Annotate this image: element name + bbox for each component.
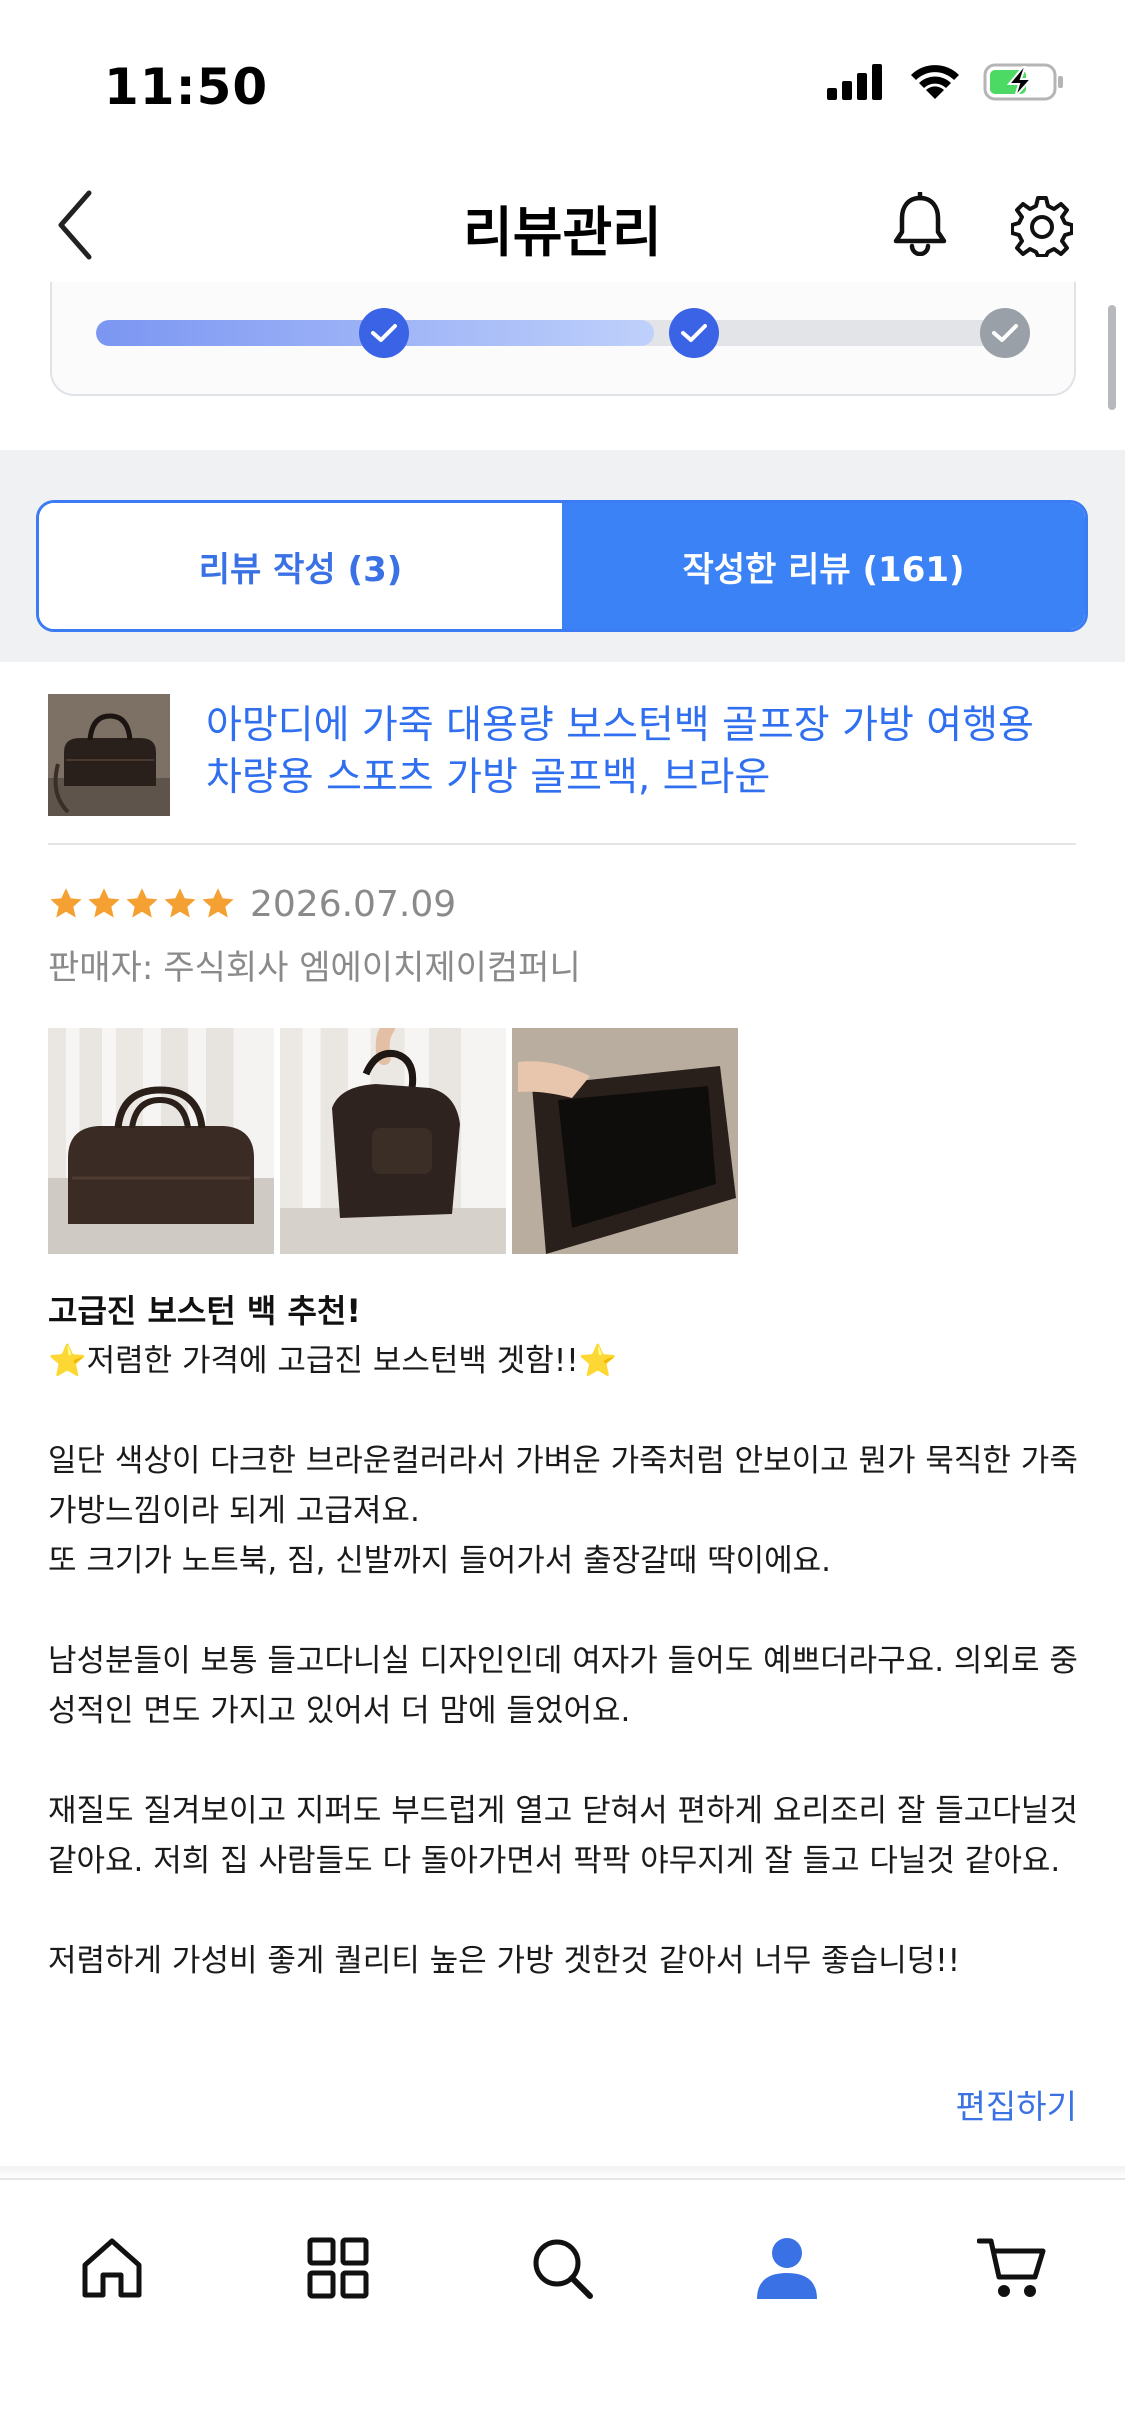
seller-name: 주식회사 엠에이치제이컴퍼니 (163, 948, 581, 988)
review-photo-2[interactable] (280, 1028, 506, 1254)
progress-step-1 (359, 308, 409, 358)
star-icon (126, 888, 158, 918)
star-icon (50, 888, 82, 918)
review-paragraph-2: 일단 색상이 다크한 브라운컬러라서 가벼운 가죽처럼 안보이고 뭔가 묵직한 … (48, 1443, 1078, 1579)
scrollbar[interactable] (1108, 305, 1116, 410)
nav-profile[interactable] (737, 2218, 837, 2318)
signal-icon (827, 64, 887, 104)
bag-photo-image (512, 1028, 738, 1254)
status-bar: 11:50 (0, 0, 1125, 170)
review-paragraph-5: 저렴하게 가성비 좋게 퀄리티 높은 가방 겟한것 같아서 너무 좋습니덩!! (48, 1943, 961, 1979)
settings-button[interactable] (1000, 184, 1084, 268)
status-icons (827, 62, 1065, 106)
home-icon (82, 2238, 142, 2298)
review-paragraph-4: 재질도 질겨보이고 지퍼도 부드럽게 열고 닫혀서 편하게 요리조리 잘 들고다… (48, 1793, 1088, 1879)
product-thumbnail[interactable] (48, 694, 170, 816)
review-heading: 고급진 보스턴 백 추천! (48, 1292, 361, 1330)
star-rating (48, 886, 236, 922)
bottom-nav (0, 2178, 1125, 2436)
nav-categories[interactable] (288, 2218, 388, 2318)
seller-info: 판매자: 주식회사 엠에이치제이컴퍼니 (48, 940, 581, 989)
cart-icon (977, 2238, 1046, 2297)
battery-charging-icon (983, 62, 1065, 106)
review-body: 고급진 보스턴 백 추천! ⭐저렴한 가격에 고급진 보스턴백 겟함!!⭐ 일단… (48, 1286, 1078, 1986)
review-paragraph-3: 남성분들이 보통 들고다니실 디자인인데 여자가 들어도 예쁘더라구요. 의외로… (48, 1643, 1078, 1729)
status-time: 11:50 (104, 58, 269, 116)
check-icon (681, 324, 707, 342)
profile-icon (757, 2238, 817, 2299)
star-icon (164, 888, 196, 918)
bag-photo-image (48, 1086, 274, 1254)
product-row[interactable]: 아망디에 가죽 대용량 보스턴백 골프장 가방 여행용 차량용 스포츠 가방 골… (48, 690, 1076, 850)
rating-row: 2026.07.09 (48, 874, 456, 934)
progress-track (96, 320, 1026, 346)
check-icon (992, 324, 1018, 342)
gear-icon (1011, 196, 1073, 257)
seller-label: 판매자: (48, 948, 154, 988)
nav-cart[interactable] (962, 2218, 1062, 2318)
progress-step-2 (669, 308, 719, 358)
notification-button[interactable] (880, 184, 960, 264)
bag-image (48, 694, 170, 816)
tab-write-review[interactable]: 리뷰 작성 (3) (39, 503, 562, 629)
review-progress-card (50, 282, 1076, 396)
search-icon (533, 2239, 593, 2299)
grid-icon (307, 2237, 369, 2299)
review-date: 2026.07.09 (250, 883, 457, 925)
nav-shadow (0, 2166, 1125, 2178)
app-header: 리뷰관리 (0, 170, 1125, 280)
nav-search[interactable] (512, 2218, 612, 2318)
bell-icon (893, 192, 947, 256)
product-title[interactable]: 아망디에 가죽 대용량 보스턴백 골프장 가방 여행용 차량용 스포츠 가방 골… (206, 700, 1066, 804)
wifi-icon (909, 63, 961, 105)
review-photo-1[interactable] (48, 1028, 274, 1254)
review-tabs: 리뷰 작성 (3) 작성한 리뷰 (161) (36, 500, 1088, 632)
check-icon (371, 324, 397, 342)
star-icon (88, 888, 120, 918)
progress-step-3 (980, 308, 1030, 358)
review-photo-3[interactable] (512, 1028, 738, 1254)
nav-home[interactable] (62, 2218, 162, 2318)
tab-written-reviews[interactable]: 작성한 리뷰 (161) (562, 503, 1085, 629)
star-icon (202, 888, 234, 918)
bag-photo-image (280, 1028, 506, 1254)
review-photos (48, 1028, 738, 1254)
review-paragraph-1: ⭐저렴한 가격에 고급진 보스턴백 겟함!!⭐ (48, 1343, 618, 1379)
edit-review-link[interactable]: 편집하기 (956, 2080, 1077, 2128)
divider (48, 843, 1076, 845)
